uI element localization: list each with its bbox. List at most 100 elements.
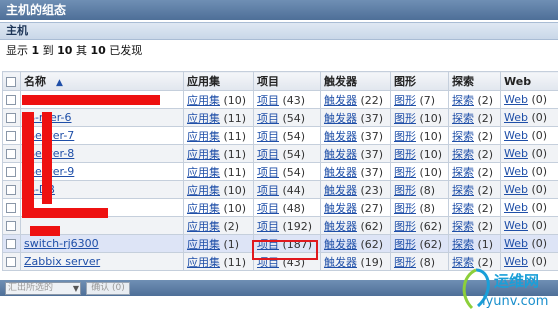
triggers-link[interactable]: 触发器 (324, 256, 357, 269)
web-link[interactable]: Web (504, 219, 528, 232)
items-link[interactable]: 项目 (257, 94, 279, 107)
items-cell[interactable]: 项目 (187) (253, 234, 321, 253)
discovery-cell[interactable]: 探索 (2) (448, 162, 501, 181)
triggers-cell[interactable]: 触发器 (37) (320, 108, 391, 127)
applications-link[interactable]: 应用集 (187, 256, 220, 269)
graphs-cell[interactable]: 图形 (8) (390, 198, 449, 217)
applications-link[interactable]: 应用集 (187, 220, 220, 233)
applications-cell[interactable]: 应用集 (10) (183, 90, 254, 109)
host-name-cell[interactable]: Zabbix server (20, 252, 184, 271)
items-cell[interactable]: 项目 (44) (253, 180, 321, 199)
triggers-cell[interactable]: 触发器 (37) (320, 144, 391, 163)
discovery-link[interactable]: 探索 (452, 112, 474, 125)
applications-cell[interactable]: 应用集 (11) (183, 108, 254, 127)
web-cell[interactable]: Web (0) (500, 216, 558, 235)
row-checkbox[interactable] (6, 221, 16, 231)
applications-link[interactable]: 应用集 (187, 166, 220, 179)
graphs-cell[interactable]: 图形 (10) (390, 108, 449, 127)
discovery-cell[interactable]: 探索 (2) (448, 144, 501, 163)
col-name[interactable]: 名称 ▲ (20, 71, 184, 91)
discovery-link[interactable]: 探索 (452, 148, 474, 161)
row-select-cell[interactable] (2, 144, 21, 163)
col-name-label[interactable]: 名称 (24, 75, 46, 88)
web-link[interactable]: Web (504, 183, 528, 196)
items-cell[interactable]: 项目 (54) (253, 162, 321, 181)
host-name-cell[interactable]: switch-rj6300 (20, 234, 184, 253)
graphs-link[interactable]: 图形 (394, 94, 416, 107)
discovery-link[interactable]: 探索 (452, 184, 474, 197)
row-select-cell[interactable] (2, 90, 21, 109)
row-checkbox[interactable] (6, 149, 16, 159)
row-select-cell[interactable] (2, 216, 21, 235)
apply-button[interactable]: 确认 (0) (86, 282, 130, 295)
row-checkbox[interactable] (6, 239, 16, 249)
triggers-cell[interactable]: 触发器 (62) (320, 234, 391, 253)
graphs-cell[interactable]: 图形 (7) (390, 90, 449, 109)
row-checkbox[interactable] (6, 185, 16, 195)
graphs-cell[interactable]: 图形 (62) (390, 234, 449, 253)
triggers-link[interactable]: 触发器 (324, 184, 357, 197)
host-name-link[interactable]: Zabbix server (24, 255, 100, 268)
triggers-cell[interactable]: 触发器 (23) (320, 180, 391, 199)
web-link[interactable]: Web (504, 165, 528, 178)
applications-link[interactable]: 应用集 (187, 148, 220, 161)
applications-cell[interactable]: 应用集 (10) (183, 180, 254, 199)
graphs-link[interactable]: 图形 (394, 112, 416, 125)
graphs-link[interactable]: 图形 (394, 202, 416, 215)
items-link[interactable]: 项目 (257, 220, 279, 233)
web-cell[interactable]: Web (0) (500, 162, 558, 181)
triggers-link[interactable]: 触发器 (324, 130, 357, 143)
graphs-cell[interactable]: 图形 (10) (390, 126, 449, 145)
applications-cell[interactable]: 应用集 (11) (183, 144, 254, 163)
discovery-cell[interactable]: 探索 (2) (448, 180, 501, 199)
triggers-link[interactable]: 触发器 (324, 94, 357, 107)
row-select-cell[interactable] (2, 198, 21, 217)
discovery-link[interactable]: 探索 (452, 166, 474, 179)
discovery-link[interactable]: 探索 (452, 202, 474, 215)
triggers-cell[interactable]: 触发器 (22) (320, 90, 391, 109)
web-link[interactable]: Web (504, 129, 528, 142)
graphs-cell[interactable]: 图形 (10) (390, 144, 449, 163)
discovery-link[interactable]: 探索 (452, 220, 474, 233)
discovery-cell[interactable]: 探索 (2) (448, 198, 501, 217)
row-checkbox[interactable] (6, 131, 16, 141)
items-link[interactable]: 项目 (257, 166, 279, 179)
row-select-cell[interactable] (2, 252, 21, 271)
row-select-cell[interactable] (2, 234, 21, 253)
items-cell[interactable]: 项目 (192) (253, 216, 321, 235)
applications-cell[interactable]: 应用集 (10) (183, 198, 254, 217)
graphs-link[interactable]: 图形 (394, 184, 416, 197)
graphs-link[interactable]: 图形 (394, 130, 416, 143)
items-cell[interactable]: 项目 (48) (253, 198, 321, 217)
graphs-link[interactable]: 图形 (394, 220, 416, 233)
discovery-link[interactable]: 探索 (452, 94, 474, 107)
applications-link[interactable]: 应用集 (187, 184, 220, 197)
applications-link[interactable]: 应用集 (187, 202, 220, 215)
discovery-cell[interactable]: 探索 (2) (448, 216, 501, 235)
web-link[interactable]: Web (504, 237, 528, 250)
row-select-cell[interactable] (2, 162, 21, 181)
triggers-link[interactable]: 触发器 (324, 148, 357, 161)
applications-cell[interactable]: 应用集 (1) (183, 234, 254, 253)
graphs-cell[interactable]: 图形 (8) (390, 252, 449, 271)
applications-link[interactable]: 应用集 (187, 94, 220, 107)
web-cell[interactable]: Web (0) (500, 198, 558, 217)
web-cell[interactable]: Web (0) (500, 180, 558, 199)
select-all-checkbox[interactable] (6, 76, 16, 87)
items-link[interactable]: 项目 (257, 238, 279, 251)
web-cell[interactable]: Web (0) (500, 108, 558, 127)
web-cell[interactable]: Web (0) (500, 90, 558, 109)
web-link[interactable]: Web (504, 111, 528, 124)
triggers-cell[interactable]: 触发器 (62) (320, 216, 391, 235)
items-cell[interactable]: 项目 (54) (253, 108, 321, 127)
row-select-cell[interactable] (2, 126, 21, 145)
web-link[interactable]: Web (504, 201, 528, 214)
web-cell[interactable]: Web (0) (500, 144, 558, 163)
graphs-cell[interactable]: 图形 (62) (390, 216, 449, 235)
items-link[interactable]: 项目 (257, 184, 279, 197)
triggers-link[interactable]: 触发器 (324, 112, 357, 125)
mass-action-select[interactable]: 汇出所选的 ▼ (5, 282, 81, 295)
items-link[interactable]: 项目 (257, 112, 279, 125)
applications-cell[interactable]: 应用集 (11) (183, 126, 254, 145)
graphs-link[interactable]: 图形 (394, 238, 416, 251)
